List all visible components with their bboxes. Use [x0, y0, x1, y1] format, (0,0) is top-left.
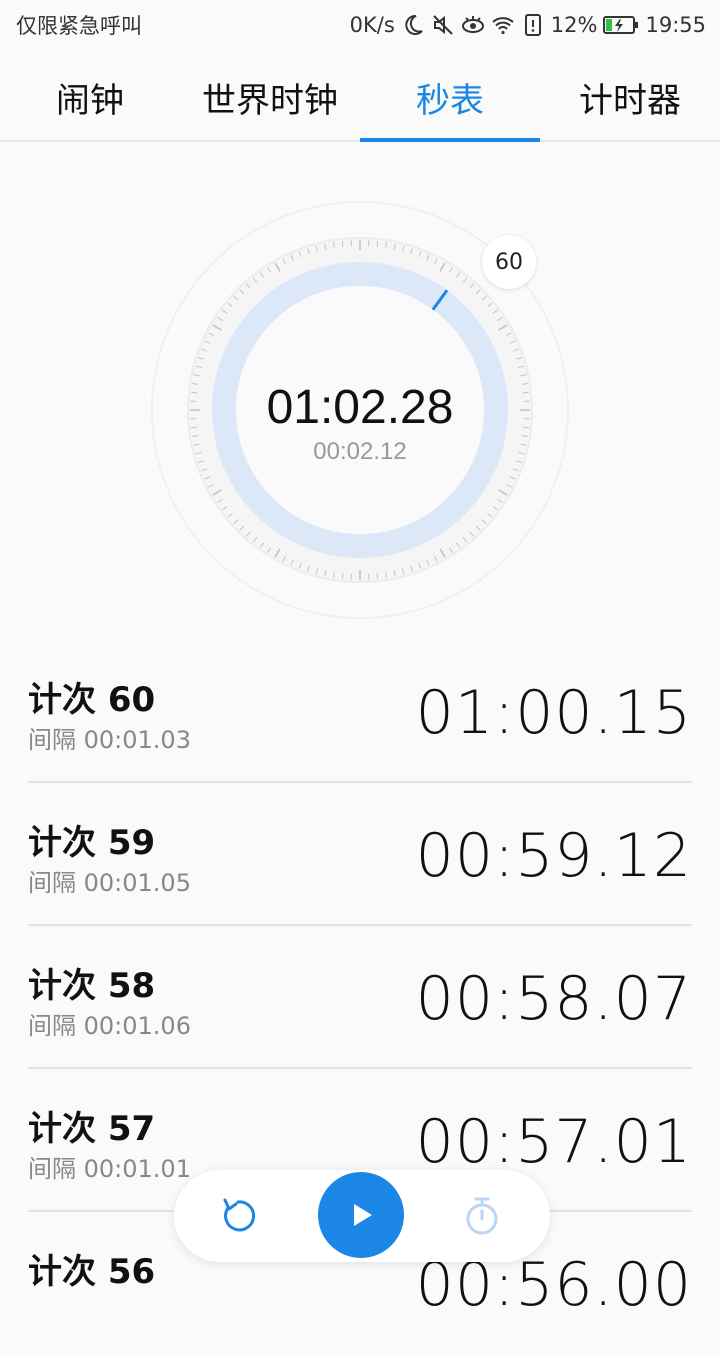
dial-tick	[342, 573, 343, 579]
net-speed: 0K/s	[350, 13, 395, 37]
eye-icon	[461, 13, 485, 37]
play-icon	[346, 1200, 376, 1230]
sim-alert-icon	[521, 13, 545, 37]
list-item: 计次 60 间隔 00:01.03 01:00.15	[28, 640, 692, 783]
dial-tick	[377, 573, 378, 579]
stopwatch-dial: 60 01:02.28 00:02.12	[130, 190, 590, 630]
lap-total: 01:00.15	[416, 678, 692, 748]
carrier-text: 仅限紧急呼叫	[16, 10, 142, 40]
lap-interval: 间隔 00:01.06	[28, 1006, 191, 1041]
lap-interval: 间隔 00:01.03	[28, 720, 191, 755]
battery-charging-icon	[603, 15, 639, 35]
lap-interval: 间隔 00:01.05	[28, 863, 191, 898]
stopwatch-icon[interactable]	[460, 1194, 504, 1238]
main-time: 01:02.28	[130, 380, 590, 435]
play-button[interactable]	[318, 1172, 404, 1258]
reset-icon[interactable]	[216, 1194, 260, 1238]
lap-total: 00:58.07	[416, 964, 692, 1034]
battery-percent: 12%	[551, 13, 598, 37]
status-bar: 仅限紧急呼叫 0K/s 12% 19:55	[0, 0, 720, 50]
lap-title: 计次 58	[28, 958, 155, 1007]
clock-time: 19:55	[645, 13, 706, 37]
lap-title: 计次 56	[28, 1244, 155, 1293]
dial-tick	[342, 241, 343, 247]
control-bar	[174, 1170, 550, 1262]
lap-title: 计次 57	[28, 1101, 155, 1150]
moon-icon	[401, 13, 425, 37]
tab-bar: 闹钟 世界时钟 秒表 计时器	[0, 54, 720, 142]
tab-alarm[interactable]: 闹钟	[0, 54, 180, 140]
tab-timer[interactable]: 计时器	[540, 54, 720, 140]
wifi-icon	[491, 13, 515, 37]
lap-total: 00:59.12	[416, 821, 692, 891]
dial-tick	[377, 241, 378, 247]
current-lap-time: 00:02.12	[130, 438, 590, 466]
lap-interval: 间隔 00:01.01	[28, 1149, 191, 1184]
tab-world-clock[interactable]: 世界时钟	[180, 54, 360, 140]
list-item: 计次 58 间隔 00:01.06 00:58.07	[28, 926, 692, 1069]
lap-count-badge: 60	[482, 235, 536, 289]
mute-icon	[431, 13, 455, 37]
lap-total: 00:57.01	[416, 1107, 692, 1177]
list-item: 计次 59 间隔 00:01.05 00:59.12	[28, 783, 692, 926]
lap-title: 计次 60	[28, 672, 155, 721]
tab-stopwatch[interactable]: 秒表	[360, 54, 540, 140]
lap-title: 计次 59	[28, 815, 155, 864]
status-icons: 0K/s 12% 19:55	[350, 13, 706, 37]
